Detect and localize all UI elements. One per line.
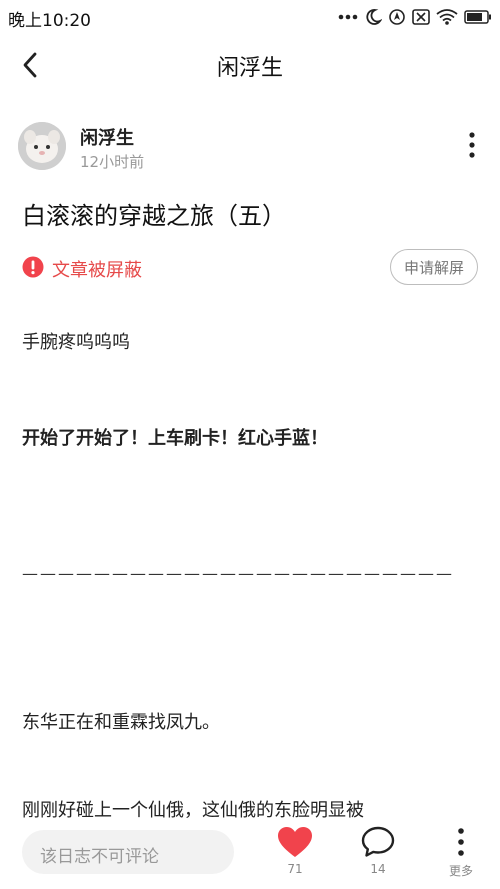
status-icons	[338, 7, 492, 27]
bottom-bar: 该日志不可评论 71 14 更多	[0, 818, 500, 889]
location-icon	[389, 9, 405, 25]
status-bar: 晚上10:20	[0, 0, 500, 34]
blocked-notice: 文章被屏蔽 申请解屏	[22, 246, 478, 286]
comment-input[interactable]: 该日志不可评论	[22, 830, 234, 874]
more-actions-button[interactable]: 更多	[431, 826, 491, 886]
avatar[interactable]	[18, 122, 66, 170]
like-count: 71	[287, 862, 303, 876]
sim-off-icon	[412, 9, 430, 25]
dots-icon	[338, 14, 358, 20]
page-title: 闲浮生	[216, 56, 283, 81]
like-button[interactable]: 71	[265, 826, 325, 886]
comment-placeholder: 该日志不可评论	[40, 847, 159, 867]
author-header: 闲浮生 12小时前	[18, 122, 482, 176]
comment-count: 14	[370, 862, 386, 876]
comment-icon	[361, 826, 395, 857]
post-divider-text: ————————————————————————	[22, 564, 454, 583]
post-more-button[interactable]	[462, 128, 482, 162]
status-time: 晚上10:20	[8, 11, 91, 31]
nav-bar: 闲浮生	[0, 34, 500, 96]
more-vertical-icon	[469, 132, 475, 158]
post-paragraph: 开始了开始了！上车刷卡！红心手蓝！	[22, 428, 328, 449]
post-paragraph: 东华正在和重霖找凤九。	[22, 712, 220, 733]
comment-button[interactable]: 14	[348, 826, 408, 886]
avatar-image	[18, 122, 66, 170]
more-vertical-icon	[458, 828, 464, 856]
blocked-text: 文章被屏蔽	[52, 260, 142, 281]
post-paragraph: 手腕疼呜呜呜	[22, 332, 130, 353]
more-label: 更多	[448, 864, 473, 878]
moon-icon	[366, 9, 382, 25]
battery-icon	[464, 10, 491, 24]
appeal-unblock-button[interactable]: 申请解屏	[390, 249, 478, 285]
author-name[interactable]: 闲浮生	[80, 124, 134, 150]
post-title: 白滚滚的穿越之旅（五）	[22, 202, 286, 230]
alert-icon	[22, 256, 44, 278]
heart-icon	[278, 827, 312, 857]
wifi-icon	[436, 9, 458, 25]
post-time: 12小时前	[80, 153, 145, 171]
